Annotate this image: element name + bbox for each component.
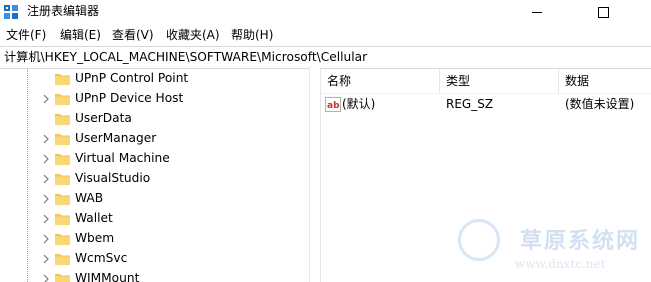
menu-file[interactable]: 文件(F)	[6, 28, 46, 43]
folder-icon	[55, 94, 70, 105]
header-divider	[321, 93, 651, 94]
menu-view[interactable]: 查看(V)	[112, 28, 154, 43]
folder-icon	[55, 174, 70, 185]
window-title: 注册表编辑器	[27, 4, 100, 18]
menu-favorites[interactable]: 收藏夹(A)	[166, 28, 220, 43]
menu-edit[interactable]: 编辑(E)	[60, 28, 101, 43]
watermark: 草原系统网 www.dnxtc.net	[440, 215, 651, 282]
chevron-right-icon[interactable]	[42, 194, 50, 204]
tree-item-label: WAB	[75, 191, 104, 205]
folder-icon	[55, 234, 70, 245]
tree-item-label: WcmSvc	[75, 251, 128, 265]
tree-item-label: Virtual Machine	[75, 151, 170, 165]
string-value-icon: ab	[325, 97, 341, 112]
chevron-right-icon[interactable]	[42, 94, 50, 104]
maximize-icon	[597, 7, 609, 18]
folder-icon	[55, 74, 70, 85]
chevron-right-icon[interactable]	[42, 174, 50, 184]
title-bar: 注册表编辑器	[0, 0, 651, 25]
chevron-right-icon[interactable]	[42, 154, 50, 164]
column-header-label: 类型	[446, 74, 471, 88]
tree-item[interactable]: Wallet	[0, 209, 306, 229]
folder-icon	[55, 254, 70, 265]
tree-item[interactable]: Wbem	[0, 229, 306, 249]
tree-item-label: UPnP Control Point	[75, 71, 189, 85]
folder-icon	[55, 134, 70, 145]
folder-icon	[55, 154, 70, 165]
minimize-icon	[532, 12, 542, 13]
folder-icon	[55, 274, 70, 282]
tree-item-label: Wallet	[75, 211, 113, 225]
value-name: (默认)	[342, 97, 376, 111]
maximize-button[interactable]	[580, 0, 626, 25]
tree-item[interactable]: WIMMount	[0, 269, 306, 282]
folder-icon	[55, 194, 70, 205]
value-data: (数值未设置)	[565, 97, 635, 111]
tree-item-label: UserData	[75, 111, 132, 125]
tree-item[interactable]: WcmSvc	[0, 249, 306, 269]
column-header-name[interactable]: 名称	[321, 69, 440, 93]
chevron-right-icon[interactable]	[42, 214, 50, 224]
chevron-right-icon[interactable]	[42, 234, 50, 244]
address-bar[interactable]: 计算机\HKEY_LOCAL_MACHINE\SOFTWARE\Microsof…	[0, 46, 651, 69]
tree-item[interactable]: UserData	[0, 109, 306, 129]
svg-text:ab: ab	[327, 101, 340, 111]
watermark-text: 草原系统网	[520, 229, 641, 254]
tree-item[interactable]: VisualStudio	[0, 169, 306, 189]
chevron-right-icon[interactable]	[42, 134, 50, 144]
folder-icon	[55, 214, 70, 225]
tree-item[interactable]: WAB	[0, 189, 306, 209]
tree-item[interactable]: Virtual Machine	[0, 149, 306, 169]
tree-item-label: WIMMount	[75, 271, 140, 282]
column-header-label: 数据	[565, 74, 590, 88]
minimize-button[interactable]	[514, 0, 560, 25]
tree-item-label: UPnP Device Host	[75, 91, 184, 105]
watermark-url: www.dnxtc.net	[515, 257, 606, 271]
tree-item-label: VisualStudio	[75, 171, 151, 185]
menu-help[interactable]: 帮助(H)	[231, 28, 273, 43]
key-tree[interactable]: UPnP Control Point UPnP Device Host User…	[0, 69, 306, 282]
folder-icon	[55, 114, 70, 125]
tree-item[interactable]: UPnP Control Point	[0, 69, 306, 89]
menu-bar: 文件(F) 编辑(E) 查看(V) 收藏夹(A) 帮助(H)	[0, 26, 651, 45]
value-row[interactable]: ab (默认) REG_SZ (数值未设置)	[321, 95, 651, 115]
tree-item[interactable]: UserManager	[0, 129, 306, 149]
tree-item-label: Wbem	[75, 231, 115, 245]
chevron-right-icon[interactable]	[42, 254, 50, 264]
column-header-type[interactable]: 类型	[440, 69, 559, 93]
address-path[interactable]: 计算机\HKEY_LOCAL_MACHINE\SOFTWARE\Microsof…	[4, 50, 367, 65]
tree-item-label: UserManager	[75, 131, 157, 145]
registry-editor-icon	[4, 5, 18, 19]
watermark-logo-icon	[458, 219, 500, 261]
pane-splitter[interactable]	[309, 67, 321, 282]
column-header-data[interactable]: 数据	[559, 69, 651, 93]
column-header-label: 名称	[327, 74, 352, 88]
chevron-right-icon[interactable]	[42, 274, 50, 282]
value-type: REG_SZ	[446, 97, 494, 111]
tree-item[interactable]: UPnP Device Host	[0, 89, 306, 109]
